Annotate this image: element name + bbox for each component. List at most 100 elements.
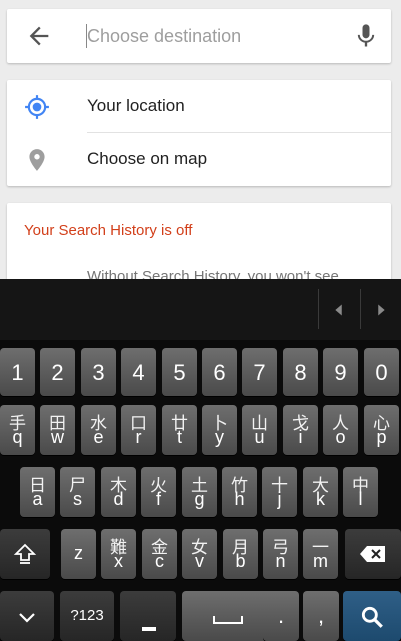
key-letter-label: i bbox=[298, 427, 303, 447]
location-options-card: Your location Choose on map bbox=[7, 80, 391, 186]
key-g[interactable]: 土g bbox=[182, 467, 217, 517]
key-letter-label: m bbox=[313, 551, 328, 571]
on-screen-keyboard: 1 2 3 4 5 6 7 8 9 0 手q田w水e口r廿t卜y山u戈i人o心p 日a尸s木d火f土g… bbox=[0, 279, 401, 641]
key-3[interactable]: 3 bbox=[81, 348, 116, 396]
arrow-left-icon[interactable] bbox=[328, 299, 350, 321]
key-letter-label: n bbox=[275, 551, 286, 571]
space-icon bbox=[213, 616, 243, 624]
key-label: 0 bbox=[375, 360, 388, 385]
backspace-key[interactable] bbox=[345, 529, 401, 579]
map-pin-icon bbox=[29, 149, 45, 171]
key-9[interactable]: 9 bbox=[323, 348, 358, 396]
key-f[interactable]: 火f bbox=[141, 467, 176, 517]
key-7[interactable]: 7 bbox=[242, 348, 277, 396]
key-5[interactable]: 5 bbox=[162, 348, 197, 396]
key-letter-label: y bbox=[215, 427, 224, 447]
key-0[interactable]: 0 bbox=[364, 348, 399, 396]
key-k[interactable]: 大k bbox=[303, 467, 338, 517]
key-r[interactable]: 口r bbox=[121, 405, 156, 455]
your-location-label: Your location bbox=[87, 96, 185, 115]
key-2[interactable]: 2 bbox=[40, 348, 75, 396]
key-label: 2 bbox=[51, 360, 64, 385]
symbols-key[interactable]: ?123 bbox=[60, 591, 114, 641]
language-bar-icon bbox=[142, 627, 156, 631]
key-w[interactable]: 田w bbox=[40, 405, 75, 455]
key-m[interactable]: 一m bbox=[303, 529, 338, 579]
key-v[interactable]: 女v bbox=[182, 529, 217, 579]
key-letter-label: k bbox=[316, 489, 325, 509]
key-z[interactable]: z bbox=[61, 529, 96, 579]
key-letter-label: l bbox=[358, 489, 363, 509]
destination-search-input[interactable] bbox=[87, 23, 349, 49]
key-y[interactable]: 卜y bbox=[202, 405, 237, 455]
key-i[interactable]: 戈i bbox=[283, 405, 318, 455]
key-letter-label: g bbox=[194, 489, 205, 509]
key-l[interactable]: 中l bbox=[343, 467, 378, 517]
back-arrow-icon[interactable] bbox=[25, 22, 53, 50]
key-d[interactable]: 木d bbox=[101, 467, 136, 517]
search-icon bbox=[361, 606, 383, 628]
choose-on-map-label: Choose on map bbox=[87, 149, 208, 168]
microphone-icon[interactable] bbox=[352, 22, 380, 50]
key-label: 6 bbox=[213, 360, 226, 385]
key-letter-label: o bbox=[335, 427, 346, 447]
chevron-down-icon bbox=[19, 613, 35, 623]
search-key[interactable] bbox=[343, 591, 401, 641]
key-b[interactable]: 月b bbox=[223, 529, 258, 579]
key-letter-label: f bbox=[155, 489, 161, 509]
key-8[interactable]: 8 bbox=[283, 348, 318, 396]
key-n[interactable]: 弓n bbox=[263, 529, 298, 579]
shift-icon bbox=[13, 543, 37, 564]
search-history-card: Your Search History is off Without Searc… bbox=[7, 203, 391, 283]
key-o[interactable]: 人o bbox=[323, 405, 358, 455]
shift-key[interactable] bbox=[0, 529, 50, 579]
your-location-option[interactable]: Your location bbox=[7, 80, 391, 133]
divider bbox=[318, 289, 319, 329]
key-label: 1 bbox=[11, 360, 24, 385]
key-letter-label: u bbox=[254, 427, 265, 447]
key-letter-label: t bbox=[176, 427, 182, 447]
key-label: 7 bbox=[253, 360, 266, 385]
key-letter-label: j bbox=[277, 489, 282, 509]
key-q[interactable]: 手q bbox=[0, 405, 35, 455]
key-p[interactable]: 心p bbox=[364, 405, 399, 455]
key-1[interactable]: 1 bbox=[0, 348, 35, 396]
space-key[interactable] bbox=[182, 591, 274, 641]
search-card bbox=[7, 9, 391, 63]
key-label: 4 bbox=[132, 360, 145, 385]
key-letter-label: e bbox=[93, 427, 104, 447]
key-letter-label: c bbox=[155, 551, 164, 571]
divider bbox=[360, 289, 361, 329]
key-letter-label: r bbox=[135, 427, 142, 447]
key-label: 8 bbox=[294, 360, 307, 385]
choose-on-map-option[interactable]: Choose on map bbox=[7, 133, 391, 186]
hide-keyboard-key[interactable] bbox=[0, 591, 54, 641]
comma-key-label: , bbox=[317, 603, 325, 628]
key-letter-label: q bbox=[12, 427, 23, 447]
comma-key[interactable]: , bbox=[303, 591, 339, 641]
key-t[interactable]: 廿t bbox=[162, 405, 197, 455]
key-letter-label: a bbox=[32, 489, 43, 509]
key-s[interactable]: 尸s bbox=[60, 467, 95, 517]
key-letter-label: z bbox=[74, 543, 83, 563]
key-a[interactable]: 日a bbox=[20, 467, 55, 517]
key-j[interactable]: 十j bbox=[262, 467, 297, 517]
keyboard-suggestion-bar bbox=[0, 279, 401, 340]
arrow-right-icon[interactable] bbox=[370, 299, 392, 321]
language-switch-key[interactable] bbox=[120, 591, 176, 641]
backspace-icon bbox=[360, 546, 385, 562]
key-h[interactable]: 竹h bbox=[222, 467, 257, 517]
search-history-title: Your Search History is off bbox=[24, 222, 193, 239]
period-key[interactable]: . bbox=[263, 591, 299, 641]
period-key-label: . bbox=[277, 603, 285, 628]
symbols-key-label: ?123 bbox=[70, 607, 104, 624]
key-letter-label: s bbox=[73, 489, 82, 509]
key-c[interactable]: 金c bbox=[142, 529, 177, 579]
key-letter-label: p bbox=[376, 427, 387, 447]
key-u[interactable]: 山u bbox=[242, 405, 277, 455]
key-6[interactable]: 6 bbox=[202, 348, 237, 396]
key-letter-label: h bbox=[234, 489, 245, 509]
key-4[interactable]: 4 bbox=[121, 348, 156, 396]
key-x[interactable]: 難x bbox=[101, 529, 136, 579]
key-e[interactable]: 水e bbox=[81, 405, 116, 455]
